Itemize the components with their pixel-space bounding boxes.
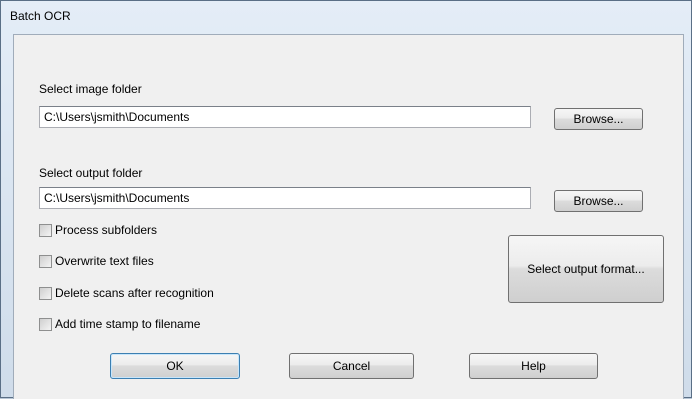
batch-ocr-dialog: Batch OCR Select image folder C:\Users\j… [0, 0, 692, 399]
overwrite-text-files-label: Overwrite text files [55, 254, 154, 268]
delete-scans-option[interactable]: Delete scans after recognition [39, 285, 214, 301]
overwrite-text-files-checkbox[interactable] [39, 254, 52, 268]
window-title: Batch OCR [10, 9, 71, 23]
add-time-stamp-option[interactable]: Add time stamp to filename [39, 316, 200, 332]
help-label: Help [521, 359, 546, 373]
add-time-stamp-checkbox[interactable] [39, 317, 52, 331]
cancel-label: Cancel [332, 359, 371, 373]
title-bar[interactable]: Batch OCR [1, 1, 691, 27]
help-button[interactable]: Help [469, 353, 598, 379]
select-output-format-button[interactable]: Select output format... [508, 235, 664, 303]
ok-button[interactable]: OK [110, 353, 240, 379]
process-subfolders-option[interactable]: Process subfolders [39, 222, 157, 238]
overwrite-text-files-option[interactable]: Overwrite text files [39, 253, 154, 269]
output-folder-browse-button[interactable]: Browse... [554, 190, 643, 212]
cancel-button[interactable]: Cancel [289, 353, 414, 379]
image-folder-input[interactable]: C:\Users\jsmith\Documents [39, 106, 531, 128]
select-output-format-label: Select output format... [527, 262, 645, 276]
image-folder-label: Select image folder [39, 82, 142, 96]
image-folder-browse-button[interactable]: Browse... [554, 108, 643, 130]
process-subfolders-label: Process subfolders [55, 223, 158, 237]
add-time-stamp-label: Add time stamp to filename [55, 317, 201, 331]
output-folder-browse-label: Browse... [573, 194, 624, 208]
output-folder-label: Select output folder [39, 166, 143, 180]
output-folder-input[interactable]: C:\Users\jsmith\Documents [39, 187, 531, 209]
image-folder-browse-label: Browse... [573, 112, 624, 126]
delete-scans-label: Delete scans after recognition [55, 286, 214, 300]
process-subfolders-checkbox[interactable] [39, 223, 52, 237]
ok-label: OK [166, 359, 184, 373]
dialog-body: Select image folder C:\Users\jsmith\Docu… [13, 34, 684, 399]
delete-scans-checkbox[interactable] [39, 286, 52, 300]
